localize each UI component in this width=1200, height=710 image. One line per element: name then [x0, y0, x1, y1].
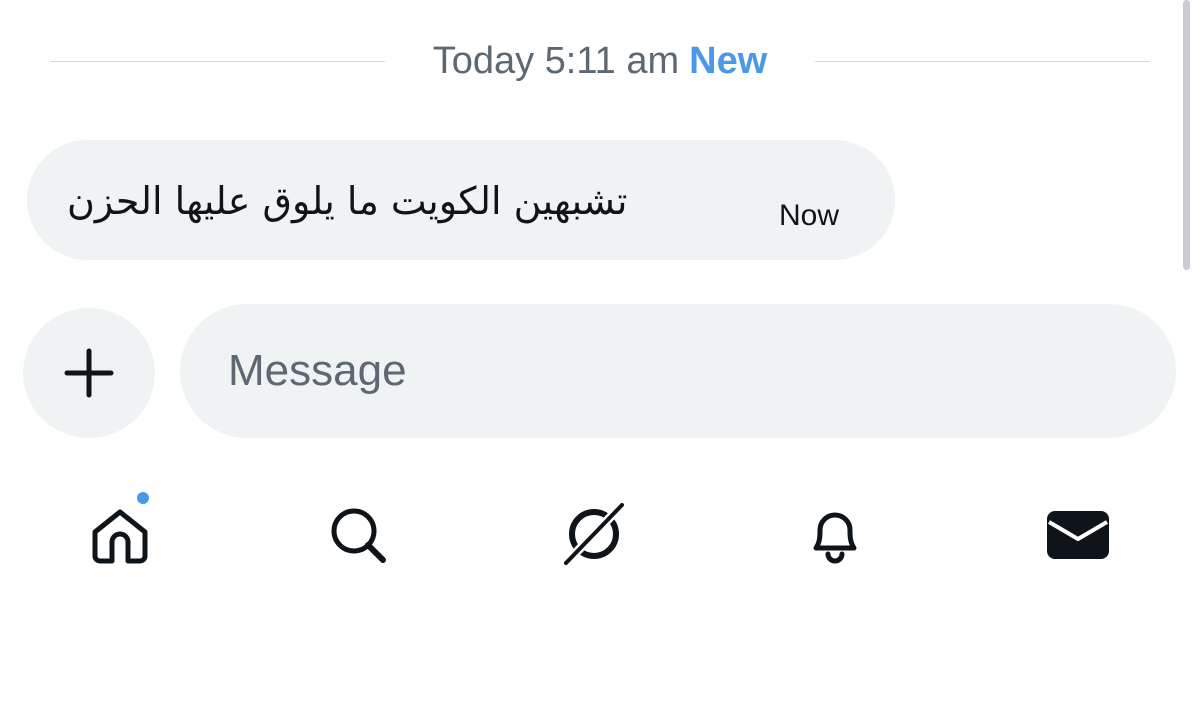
- dm-conversation-screen: Today 5:11 am New تشبهين الكويت ما يلوق ع…: [0, 0, 1200, 710]
- new-label: New: [689, 40, 768, 82]
- nav-search[interactable]: [313, 490, 403, 580]
- search-icon: [331, 508, 386, 563]
- grok-icon: [559, 498, 629, 570]
- separator-text: Today 5:11 am New: [405, 40, 795, 82]
- date-separator: Today 5:11 am New: [50, 36, 1150, 86]
- message-text: تشبهين الكويت ما يلوق عليها الحزن: [67, 179, 628, 223]
- nav-grok[interactable]: [549, 490, 639, 580]
- plus-icon: [64, 348, 114, 398]
- bottom-nav: [0, 490, 1200, 580]
- separator-date: Today 5:11 am: [432, 40, 680, 82]
- add-attachment-button[interactable]: [23, 308, 155, 438]
- received-message-bubble[interactable]: تشبهين الكويت ما يلوق عليها الحزن Now: [27, 140, 895, 260]
- bell-icon: [813, 512, 857, 564]
- nav-home[interactable]: [75, 490, 165, 580]
- home-notification-dot: [135, 490, 151, 506]
- scrollbar[interactable]: [1183, 0, 1190, 270]
- separator-line-left: [50, 61, 385, 62]
- nav-messages[interactable]: [1033, 490, 1123, 580]
- nav-notifications[interactable]: [790, 490, 880, 580]
- home-icon: [92, 509, 148, 564]
- message-timestamp: Now: [779, 199, 840, 232]
- message-input[interactable]: [180, 304, 1176, 438]
- separator-line-right: [815, 61, 1150, 62]
- envelope-icon: [1047, 511, 1109, 559]
